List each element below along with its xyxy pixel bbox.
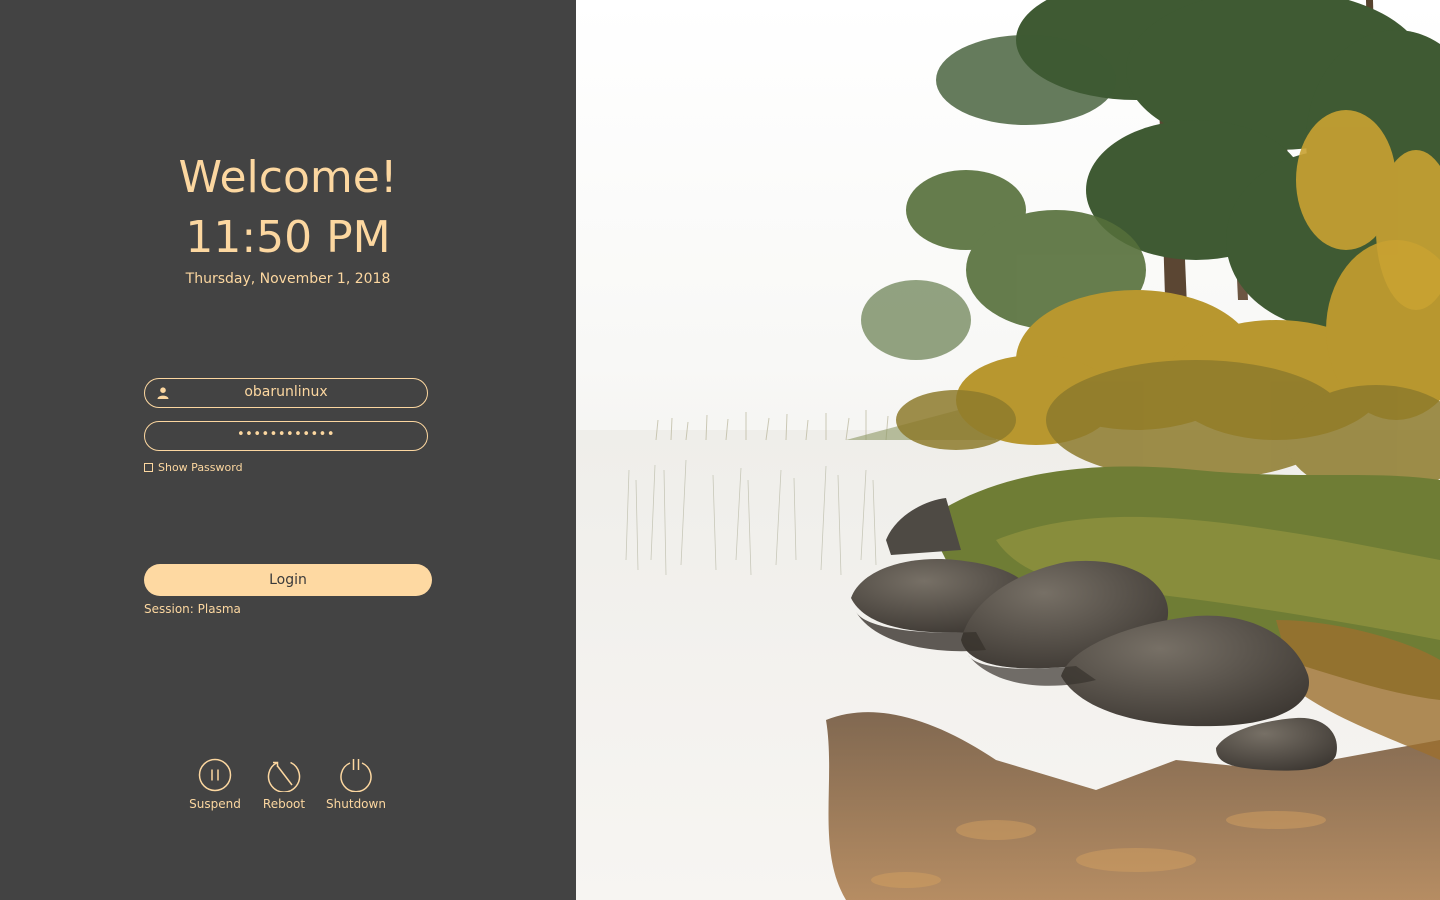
power-icon [340, 759, 372, 792]
session-selector[interactable]: Session: Plasma [144, 602, 241, 616]
reboot-label: Reboot [262, 797, 306, 811]
show-password-checkbox[interactable] [144, 462, 153, 472]
show-password-toggle[interactable]: Show Password [144, 460, 243, 474]
username-field[interactable]: obarunlinux [144, 378, 428, 408]
shutdown-button[interactable]: Shutdown [316, 758, 396, 811]
reboot-icon [267, 761, 301, 792]
welcome-heading: Welcome! [178, 152, 398, 203]
password-value: •••••••••••• [236, 427, 335, 442]
username-value: obarunlinux [244, 384, 328, 400]
shutdown-label: Shutdown [326, 797, 386, 811]
login-panel: Welcome! 11:50 PM Thursday, November 1, … [0, 0, 576, 900]
clock-time: 11:50 PM [185, 212, 391, 263]
wallpaper-scene [576, 0, 1440, 900]
login-screen: Welcome! 11:50 PM Thursday, November 1, … [0, 0, 1440, 900]
reboot-button[interactable]: Reboot [244, 758, 324, 811]
suspend-button[interactable]: Suspend [175, 758, 255, 811]
login-button[interactable]: Login [144, 564, 432, 596]
lake-forest-wallpaper [576, 0, 1440, 900]
password-field[interactable]: •••••••••••• [144, 421, 428, 451]
suspend-label: Suspend [189, 797, 241, 811]
pause-circle-icon [198, 758, 232, 792]
clock-date: Thursday, November 1, 2018 [185, 271, 391, 287]
show-password-label: Show Password [158, 460, 243, 474]
